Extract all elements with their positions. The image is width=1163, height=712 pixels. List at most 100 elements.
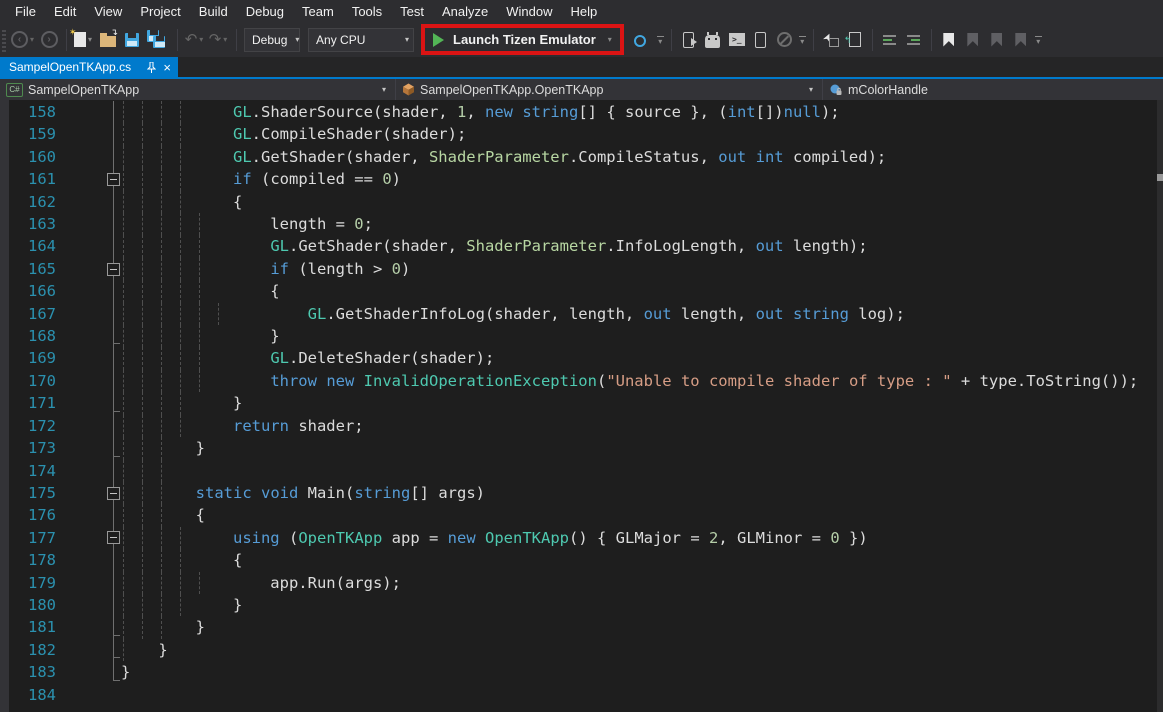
code-line-182[interactable]: 182 } — [0, 639, 1163, 661]
code-line-172[interactable]: 172 return shader; — [0, 415, 1163, 437]
tab-sampelopentkapp[interactable]: SampelOpenTKApp.cs × — [0, 57, 178, 77]
menu-item-view[interactable]: View — [85, 2, 131, 21]
code-line-169[interactable]: 169 GL.DeleteShader(shader); — [0, 347, 1163, 369]
pin-icon[interactable] — [147, 62, 156, 73]
solution-explorer-search-button[interactable] — [632, 26, 654, 54]
save-button[interactable] — [121, 26, 143, 54]
code-line-174[interactable]: 174 — [0, 460, 1163, 482]
code-line-181[interactable]: 181 } — [0, 616, 1163, 638]
vertical-scrollbar[interactable] — [1157, 100, 1163, 712]
code-line-163[interactable]: 163 length = 0; — [0, 213, 1163, 235]
menu-item-file[interactable]: File — [6, 2, 45, 21]
menu-item-help[interactable]: Help — [562, 2, 607, 21]
menu-item-edit[interactable]: Edit — [45, 2, 85, 21]
code-line-158[interactable]: 158 GL.ShaderSource(shader, 1, new strin… — [0, 101, 1163, 123]
line-number: 181 — [0, 616, 56, 638]
bookmark-group-overflow[interactable]: ▾ — [1033, 36, 1044, 44]
project-dropdown[interactable]: C# SampelOpenTKApp ▾ — [0, 79, 396, 100]
launch-tizen-emulator-button[interactable]: Launch Tizen Emulator ▾ — [433, 32, 614, 47]
collapse-region-icon[interactable] — [107, 173, 120, 186]
code-line-164[interactable]: 164 GL.GetShader(shader, ShaderParameter… — [0, 235, 1163, 257]
code-line-184[interactable]: 184 — [0, 684, 1163, 706]
code-editor[interactable]: 158 GL.ShaderSource(shader, 1, new strin… — [0, 100, 1163, 712]
back-history-dropdown[interactable]: ▾ — [28, 35, 36, 44]
redo-dropdown[interactable]: ▾ — [221, 35, 229, 44]
toggle-bookmark-button[interactable] — [938, 26, 960, 54]
code-line-170[interactable]: 170 throw new InvalidOperationException(… — [0, 370, 1163, 392]
no-device-button[interactable] — [774, 26, 796, 54]
code-line-161[interactable]: 161 if (compiled == 0) — [0, 168, 1163, 190]
open-file-button[interactable] — [97, 26, 119, 54]
undo-dropdown[interactable]: ▾ — [197, 35, 205, 44]
collapse-region-icon[interactable] — [107, 263, 120, 276]
scrollbar-thumb[interactable] — [1157, 174, 1163, 181]
code-line-183[interactable]: 183} — [0, 661, 1163, 683]
next-bookmark-button[interactable] — [986, 26, 1008, 54]
solution-configuration-select[interactable]: Debug ▾ — [244, 28, 300, 52]
code-line-179[interactable]: 179 app.Run(args); — [0, 572, 1163, 594]
code-line-175[interactable]: 175 static void Main(string[] args) — [0, 482, 1163, 504]
type-dropdown[interactable]: SampelOpenTKApp.OpenTKApp ▾ — [396, 79, 823, 100]
navigate-forward-button[interactable]: › — [38, 26, 60, 54]
previous-bookmark-button[interactable] — [962, 26, 984, 54]
menu-item-tools[interactable]: Tools — [343, 2, 391, 21]
search-folder-icon — [634, 33, 652, 47]
toolbar-grip[interactable] — [2, 28, 6, 52]
code-text: static void Main(string[] args) — [121, 482, 485, 504]
new-item-button[interactable]: ▾ — [73, 26, 95, 54]
launch-on-device-button[interactable] — [678, 26, 700, 54]
redo-button[interactable]: ↷ ▾ — [208, 26, 230, 54]
code-text: } — [121, 325, 280, 347]
decrease-indent-button[interactable] — [879, 26, 901, 54]
code-line-165[interactable]: 165 if (length > 0) — [0, 258, 1163, 280]
menu-item-team[interactable]: Team — [293, 2, 343, 21]
device-manager-button[interactable] — [750, 26, 772, 54]
code-line-167[interactable]: 167 GL.GetShaderInfoLog(shader, length, … — [0, 303, 1163, 325]
code-line-173[interactable]: 173 } — [0, 437, 1163, 459]
code-line-166[interactable]: 166 { — [0, 280, 1163, 302]
toolbar-separator — [671, 29, 672, 51]
close-icon[interactable]: × — [163, 61, 171, 74]
emulator-manager-button[interactable] — [702, 26, 724, 54]
code-line-171[interactable]: 171 } — [0, 392, 1163, 414]
menu-item-test[interactable]: Test — [391, 2, 433, 21]
clear-bookmarks-button[interactable] — [1010, 26, 1032, 54]
menu-item-analyze[interactable]: Analyze — [433, 2, 497, 21]
save-all-button[interactable] — [145, 30, 171, 50]
menu-item-build[interactable]: Build — [190, 2, 237, 21]
go-to-definition-button[interactable] — [820, 26, 842, 54]
device-group-overflow[interactable]: ▾ — [797, 36, 808, 44]
increase-indent-icon — [907, 35, 920, 45]
collapse-region-icon[interactable] — [107, 531, 120, 544]
configuration-value: Debug — [252, 33, 287, 47]
solution-platform-select[interactable]: Any CPU ▾ — [308, 28, 414, 52]
code-line-178[interactable]: 178 { — [0, 549, 1163, 571]
launch-dropdown[interactable]: ▾ — [606, 35, 614, 44]
menu-item-window[interactable]: Window — [497, 2, 561, 21]
member-dropdown[interactable]: mColorHandle — [823, 79, 1163, 100]
line-number: 178 — [0, 549, 56, 571]
collapse-region-icon[interactable] — [107, 487, 120, 500]
undo-button[interactable]: ↶ ▾ — [184, 26, 206, 54]
code-line-162[interactable]: 162 { — [0, 191, 1163, 213]
code-text: { — [121, 191, 242, 213]
code-line-160[interactable]: 160 GL.GetShader(shader, ShaderParameter… — [0, 146, 1163, 168]
code-line-180[interactable]: 180 } — [0, 594, 1163, 616]
sync-active-document-button[interactable] — [844, 26, 866, 54]
menu-item-debug[interactable]: Debug — [237, 2, 293, 21]
code-line-177[interactable]: 177 using (OpenTKApp app = new OpenTKApp… — [0, 527, 1163, 549]
code-text: { — [121, 504, 205, 526]
line-number: 173 — [0, 437, 56, 459]
toolbar-overflow-button[interactable]: ▾ — [655, 36, 666, 44]
code-text: } — [121, 437, 205, 459]
code-line-159[interactable]: 159 GL.CompileShader(shader); — [0, 123, 1163, 145]
sdb-terminal-button[interactable]: >_ — [726, 26, 748, 54]
line-number: 162 — [0, 191, 56, 213]
code-line-168[interactable]: 168 } — [0, 325, 1163, 347]
menu-item-project[interactable]: Project — [131, 2, 189, 21]
code-line-176[interactable]: 176 { — [0, 504, 1163, 526]
navigate-back-button[interactable]: ‹ ▾ — [11, 26, 36, 54]
increase-indent-button[interactable] — [903, 26, 925, 54]
blocked-icon — [777, 32, 792, 47]
new-item-dropdown[interactable]: ▾ — [86, 35, 94, 44]
